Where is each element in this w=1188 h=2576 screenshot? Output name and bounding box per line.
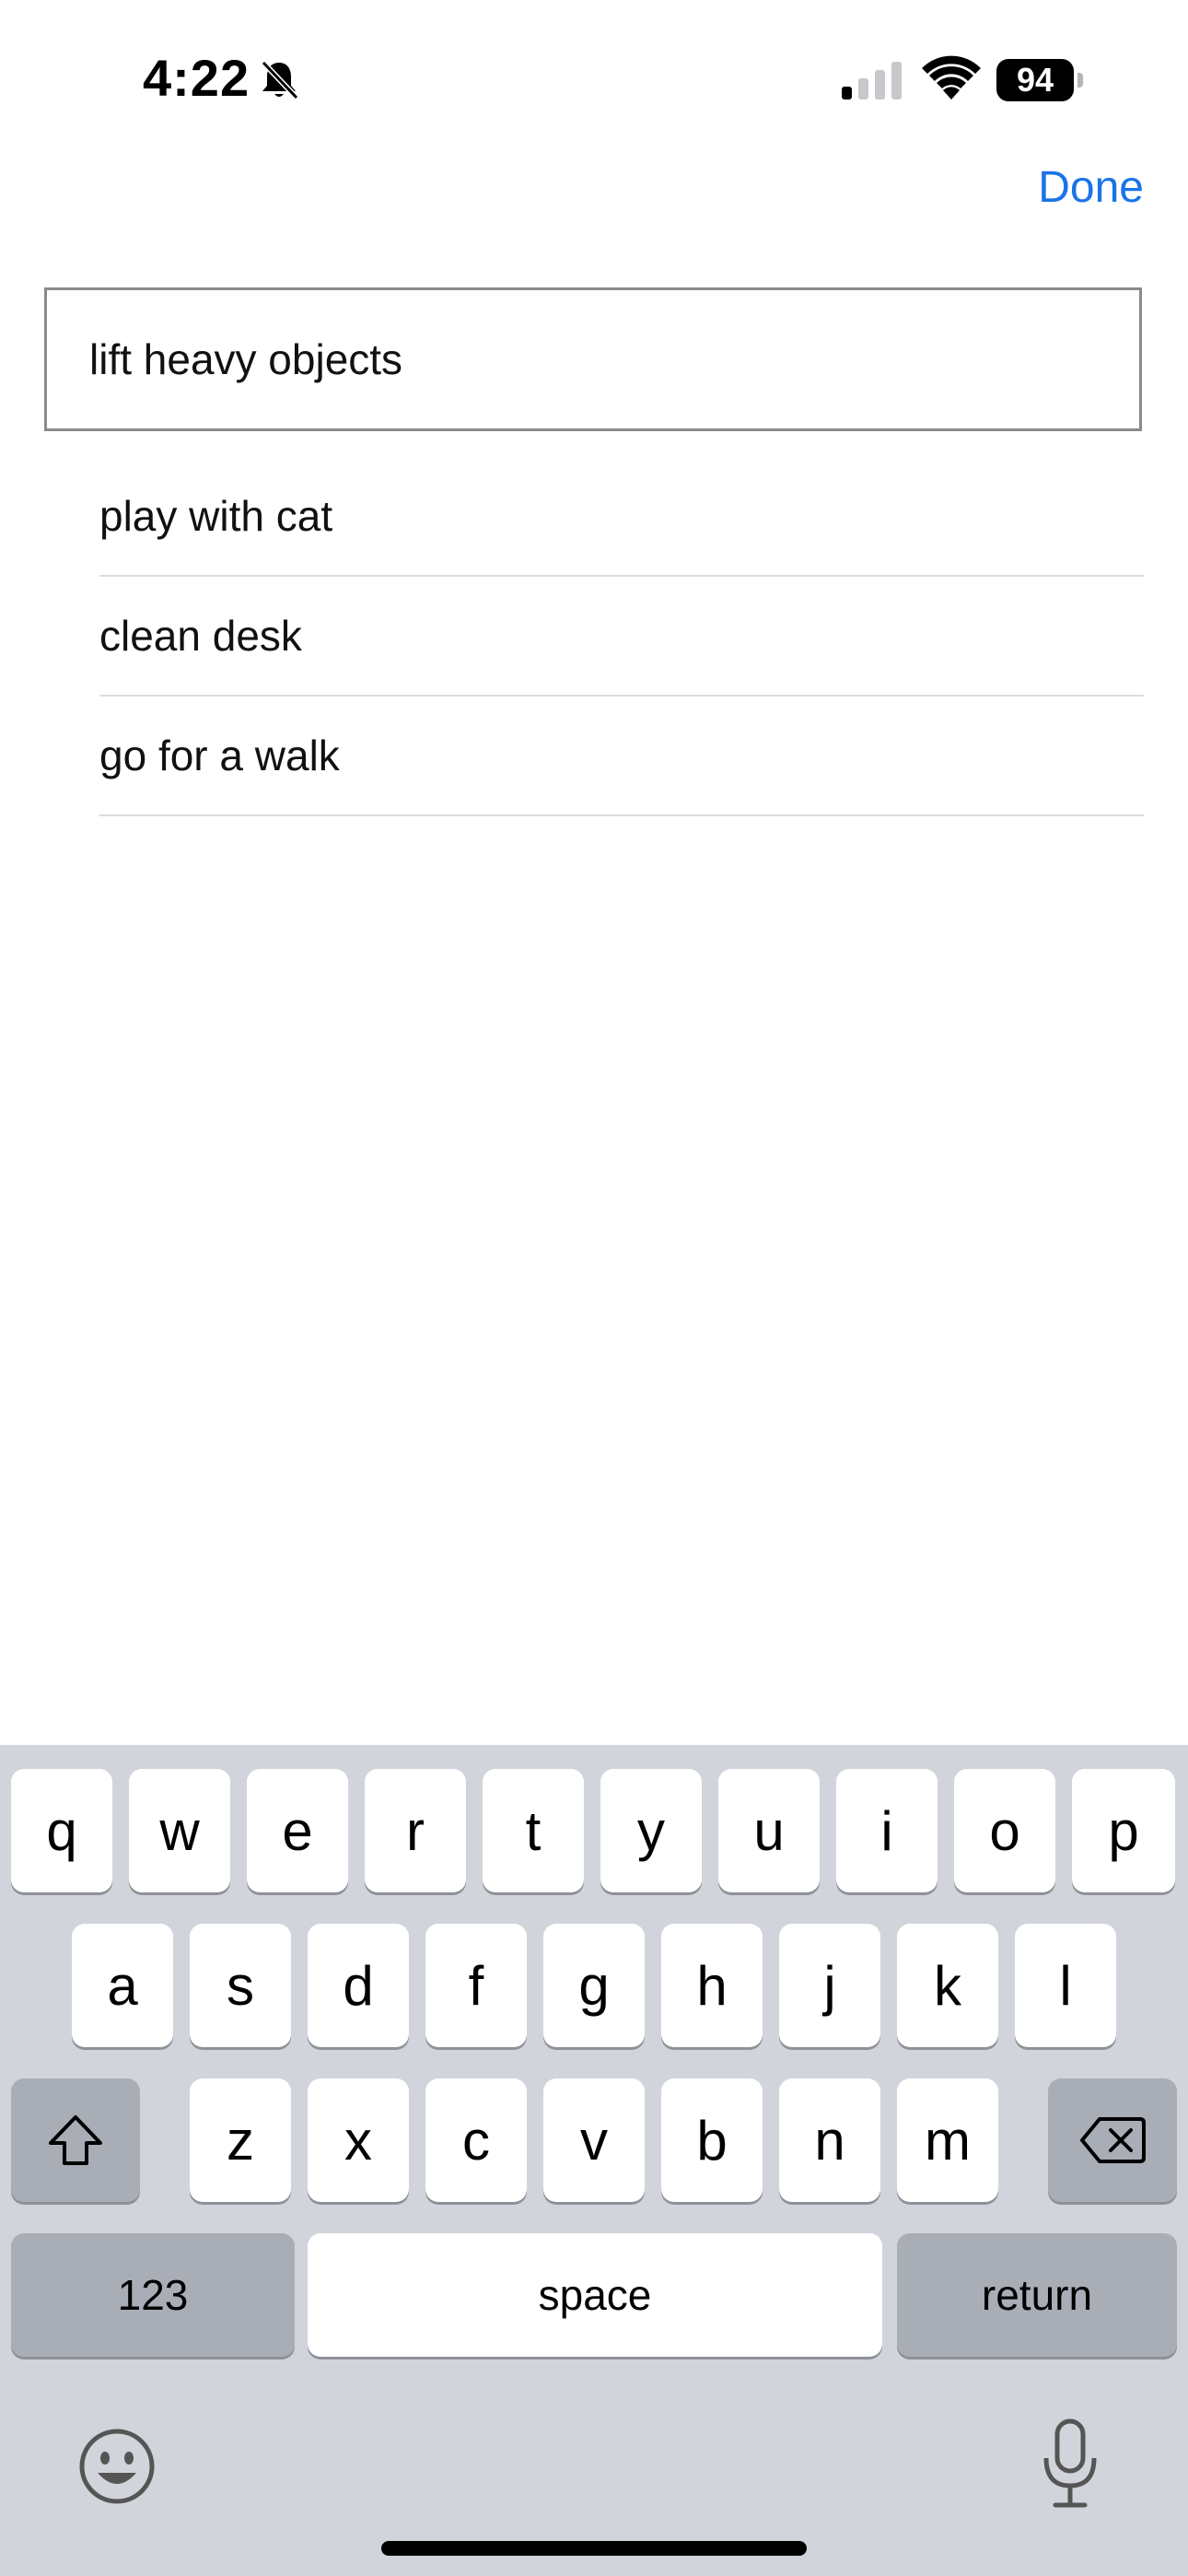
key-r[interactable]: r [365, 1769, 466, 1892]
key-q[interactable]: q [11, 1769, 112, 1892]
status-bar: 4:22 94 [0, 0, 1188, 157]
battery-indicator: 94 [996, 59, 1085, 101]
keyboard: q w e r t y u i o p a s d f g h j k l z … [0, 1745, 1188, 2576]
key-a[interactable]: a [72, 1924, 173, 2047]
key-e[interactable]: e [247, 1769, 348, 1892]
emoji-icon[interactable] [77, 2427, 157, 2506]
key-g[interactable]: g [543, 1924, 645, 2047]
key-n[interactable]: n [779, 2078, 880, 2202]
key-m[interactable]: m [897, 2078, 998, 2202]
key-w[interactable]: w [129, 1769, 230, 1892]
task-input[interactable] [89, 290, 1084, 428]
done-button[interactable]: Done [1038, 162, 1144, 213]
key-j[interactable]: j [779, 1924, 880, 2047]
list-item[interactable]: play with cat [99, 457, 1144, 577]
key-i[interactable]: i [836, 1769, 938, 1892]
key-u[interactable]: u [718, 1769, 820, 1892]
suggestion-list: play with cat clean desk go for a walk [99, 457, 1144, 816]
key-p[interactable]: p [1072, 1769, 1175, 1892]
key-s[interactable]: s [190, 1924, 291, 2047]
delete-key[interactable] [1048, 2078, 1177, 2202]
key-h[interactable]: h [661, 1924, 763, 2047]
bell-slash-icon [256, 57, 302, 103]
microphone-icon[interactable] [1041, 2418, 1100, 2510]
home-indicator[interactable] [381, 2541, 807, 2556]
cellular-signal-icon [840, 61, 904, 100]
list-item[interactable]: go for a walk [99, 697, 1144, 816]
return-key[interactable]: return [897, 2233, 1177, 2357]
numbers-key[interactable]: 123 [11, 2233, 295, 2357]
shift-key[interactable] [11, 2078, 140, 2202]
key-d[interactable]: d [308, 1924, 409, 2047]
key-b[interactable]: b [661, 2078, 763, 2202]
list-item[interactable]: clean desk [99, 577, 1144, 697]
task-input-field[interactable] [44, 287, 1142, 431]
battery-level: 94 [996, 59, 1074, 101]
key-f[interactable]: f [425, 1924, 527, 2047]
delete-backspace-icon [1079, 2116, 1146, 2164]
shift-icon [46, 2113, 105, 2168]
status-time: 4:22 [143, 49, 250, 107]
wifi-icon [921, 55, 982, 101]
key-c[interactable]: c [425, 2078, 527, 2202]
key-x[interactable]: x [308, 2078, 409, 2202]
key-k[interactable]: k [897, 1924, 998, 2047]
key-t[interactable]: t [483, 1769, 584, 1892]
key-v[interactable]: v [543, 2078, 645, 2202]
key-l[interactable]: l [1015, 1924, 1116, 2047]
key-z[interactable]: z [190, 2078, 291, 2202]
space-key[interactable]: space [308, 2233, 882, 2357]
key-o[interactable]: o [954, 1769, 1055, 1892]
key-y[interactable]: y [600, 1769, 702, 1892]
battery-nub [1077, 73, 1083, 88]
